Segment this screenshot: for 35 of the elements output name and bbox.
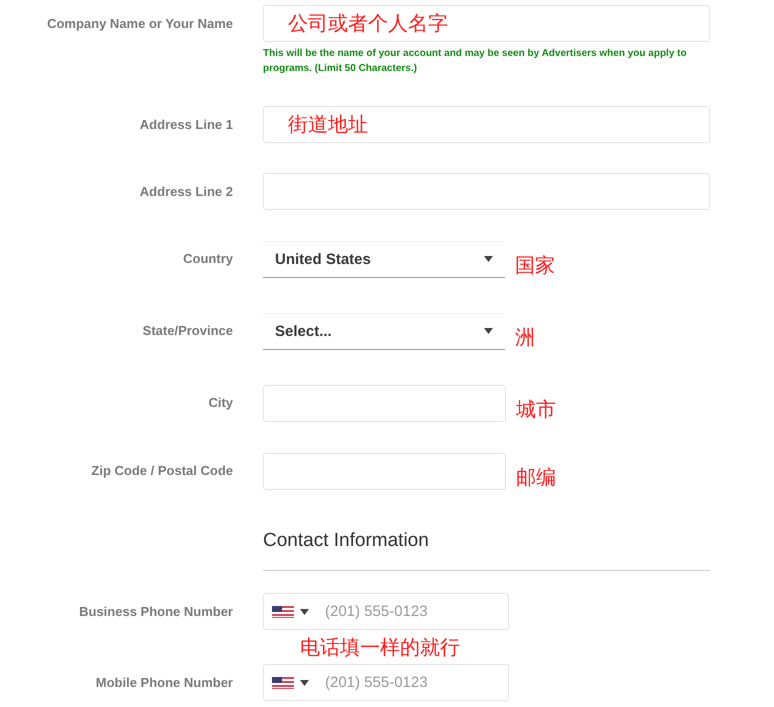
field-label: Address Line 2: [138, 183, 233, 201]
phone-field[interactable]: (201) 555-0123: [263, 664, 509, 701]
phone-input[interactable]: (201) 555-0123: [323, 602, 487, 621]
annotation-text: 邮编: [516, 464, 556, 490]
annotation-text: 街道地址: [288, 111, 368, 137]
field-label: Mobile Phone Number: [94, 674, 233, 692]
section-heading: Contact Information: [263, 529, 430, 553]
phone-field[interactable]: (201) 555-0123: [263, 593, 509, 630]
text-field[interactable]: [263, 173, 710, 210]
text-field[interactable]: [263, 384, 506, 422]
caret-icon: [300, 680, 309, 686]
caret-icon: [300, 608, 309, 614]
field-label: Company Name or Your Name: [46, 15, 233, 33]
field-label: Business Phone Number: [78, 603, 233, 621]
field-label: Address Line 1: [138, 116, 233, 134]
annotation-text: 洲: [515, 324, 535, 350]
annotation-text: 国家: [515, 252, 555, 278]
annotation-text: 城市: [516, 396, 556, 422]
phone-input[interactable]: (201) 555-0123: [323, 673, 487, 692]
field-label: City: [207, 394, 233, 412]
text-field[interactable]: [263, 452, 506, 490]
field-label: Zip Code / Postal Code: [90, 462, 233, 480]
text-field[interactable]: 公司或者个人名字: [263, 5, 710, 42]
field-label: State/Province: [142, 322, 233, 340]
field-label: Country: [182, 250, 233, 268]
caret-icon: [484, 328, 493, 334]
text-field[interactable]: 街道地址: [263, 106, 710, 143]
caret-icon: [484, 256, 493, 262]
dropdown[interactable]: United States: [263, 240, 505, 278]
flag-icon: [272, 676, 294, 688]
hint-text: This will be the name of your account and may be seen by Advertisers when you apply to programs. (Limit 50 Characters.): [263, 47, 688, 76]
annotation-text: 公司或者个人名字: [288, 10, 448, 36]
flag-icon: [272, 606, 294, 618]
annotation-text: 电话填一样的就行: [300, 635, 460, 659]
dropdown[interactable]: Select...: [263, 312, 505, 350]
